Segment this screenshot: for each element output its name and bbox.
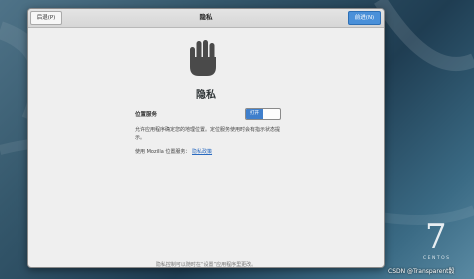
csdn-watermark: CSDN @Transparent骰 <box>388 268 455 275</box>
privacy-policy-link[interactable]: 隐私政策 <box>192 149 212 155</box>
mozilla-location-text: 使用 Mozilla 位置服务： <box>135 149 191 155</box>
next-button[interactable]: 前进(N) <box>348 11 381 25</box>
location-services-toggle[interactable]: 打开 <box>245 108 281 120</box>
footer-note: 隐私控制可以随时在“设置”应用程序里更改。 <box>155 262 257 268</box>
toggle-on-label: 打开 <box>246 109 263 119</box>
privacy-dialog: 隐私 后退(P) 前进(N) 隐私 位置服务 打开 允许应用程序确定您的地理位置… <box>27 8 385 268</box>
privacy-hand-icon <box>190 40 216 76</box>
dialog-header: 隐私 后退(P) 前进(N) <box>28 9 384 28</box>
page-heading: 隐私 <box>196 90 216 101</box>
prev-button[interactable]: 后退(P) <box>30 11 62 25</box>
location-description: 允许应用程序确定您的地理位置。定位服务使用时会有指示状态提示。 <box>135 127 281 141</box>
location-services-label: 位置服务 <box>135 112 158 118</box>
centos-version-logo: 7 <box>425 217 447 257</box>
mozilla-location-line: 使用 Mozilla 位置服务： 隐私政策 <box>135 148 212 155</box>
centos-brand-text: CENTOS <box>423 256 451 261</box>
dialog-title: 隐私 <box>199 13 213 21</box>
